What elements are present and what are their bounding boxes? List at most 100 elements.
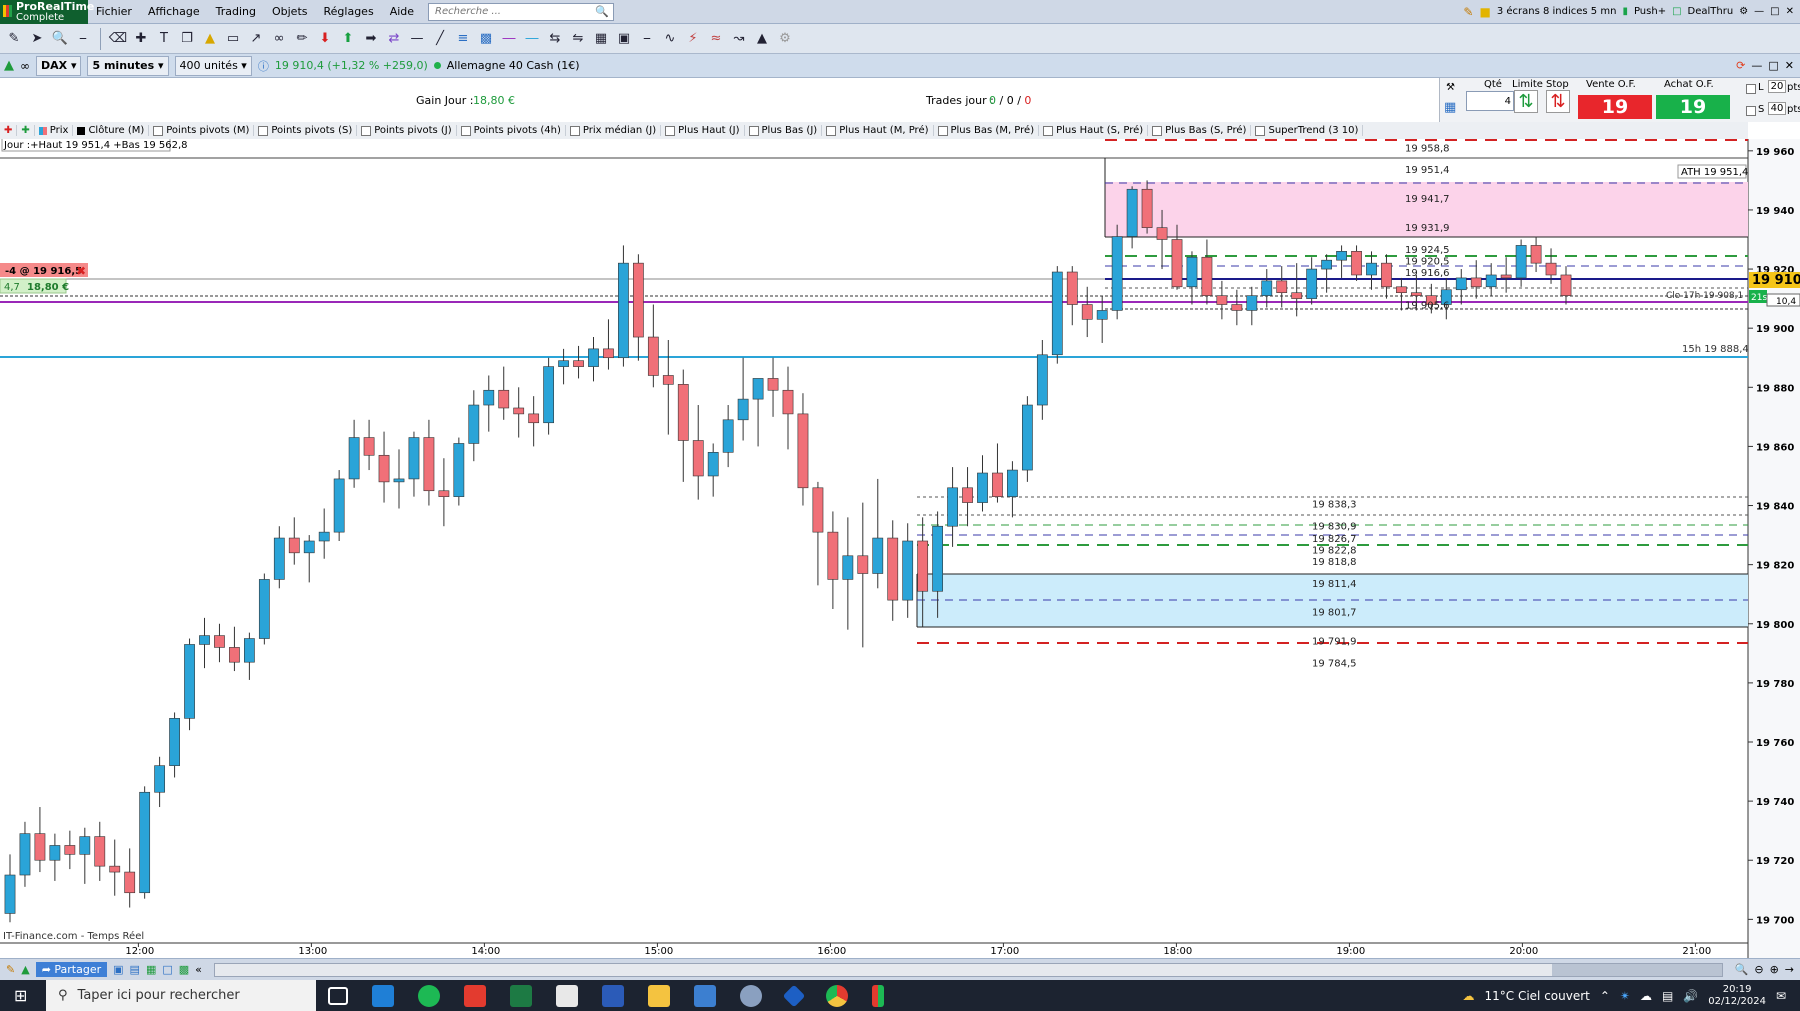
ig-app-icon[interactable] [464,984,486,1007]
long-checkbox[interactable] [1746,84,1756,94]
menu-reglages[interactable]: Réglages [316,5,382,18]
export-icon[interactable]: □ [162,963,172,976]
indicator-plus-haut-j[interactable]: Plus Haut (J) [661,125,745,136]
chart-close-icon[interactable]: ✕ [1785,59,1794,72]
right-arrow-icon[interactable]: ➡ [361,29,381,49]
taskbar-search[interactable]: ⚲ Taper ici pour rechercher [46,980,316,1011]
alert-icon[interactable]: ▲ [200,29,220,49]
long-points[interactable]: 20 [1768,80,1786,93]
blue-line-icon[interactable]: ― [522,29,542,49]
stop-order-button[interactable]: ⇅ [1546,90,1570,113]
fibonacci-icon[interactable]: ≡ [453,29,473,49]
close-icon[interactable]: ✕ [1786,6,1794,17]
zoom-in-icon[interactable]: ⊕ [1770,963,1779,976]
price-axis[interactable] [1748,139,1800,958]
brush-icon[interactable]: ✏ [292,29,312,49]
trendline-icon[interactable]: ╱ [430,29,450,49]
push-label[interactable]: Push+ [1634,6,1666,17]
indicator-pivots-j[interactable]: Points pivots (J) [357,125,457,136]
bluetooth-icon[interactable]: ✴ [1620,989,1630,1003]
indicator-checkbox[interactable] [826,125,837,136]
cursor-icon[interactable]: ➤ [27,29,47,49]
indicator-checkbox[interactable] [1043,125,1054,136]
link-chain-icon[interactable]: ∞ [20,59,30,73]
task-view-icon[interactable] [328,986,348,1005]
text-icon[interactable]: T [154,29,174,49]
short-points[interactable]: 40 [1768,102,1786,115]
indicator-checkbox[interactable] [1255,125,1266,136]
refresh-icon[interactable]: ⟳ [1736,59,1745,72]
indicator-plus-haut-s[interactable]: Plus Haut (S, Pré) [1039,125,1149,136]
indicator-checkbox[interactable] [361,125,372,136]
files-icon[interactable] [556,984,578,1007]
prorealtime-app-icon[interactable] [872,984,884,1007]
dealthru-label[interactable]: DealThru [1688,6,1734,17]
search-box[interactable]: 🔍 [428,2,615,21]
print-icon[interactable]: ▤ [130,963,140,976]
zoom-icon[interactable]: 🔍 [50,29,70,49]
chart-type-icon[interactable]: ▲ [4,58,14,73]
text-box-icon[interactable]: ▣ [614,29,634,49]
down-arrow-icon[interactable]: ⬇ [315,29,335,49]
table-icon[interactable]: ▦ [146,963,156,976]
purple-line-icon[interactable]: ― [499,29,519,49]
indicator-prix[interactable]: Prix [35,125,74,136]
range-icon[interactable]: ⇆ [545,29,565,49]
settings-wheel-icon[interactable]: ⚙ [775,29,795,49]
menu-trading[interactable]: Trading [208,5,264,18]
limit-order-button[interactable]: ⇅ [1514,90,1538,113]
ruler-icon[interactable]: ⎯ [73,29,93,49]
explorer-icon[interactable] [648,984,670,1007]
settings-icon[interactable]: ⚙ [1739,6,1748,17]
menu-fichier[interactable]: Fichier [88,5,140,18]
zoom-out-icon[interactable]: ⊖ [1754,963,1763,976]
folder-icon[interactable]: ■ [1479,5,1490,19]
chart-maximize-icon[interactable]: □ [1768,59,1778,72]
wave-icon[interactable]: ≈ [706,29,726,49]
indicator-checkbox[interactable] [665,125,676,136]
indicator-plus-bas-j[interactable]: Plus Bas (J) [745,125,823,136]
measure-icon[interactable]: ⎯ [637,29,657,49]
indicator-plus-haut-m[interactable]: Plus Haut (M, Pré) [822,125,934,136]
crosshair-icon[interactable]: ✚ [131,29,151,49]
indicator-checkbox[interactable] [153,125,164,136]
link-icon[interactable]: ∞ [269,29,289,49]
volume-icon[interactable]: 🔊 [1683,989,1698,1003]
weather-text[interactable]: 11°C Ciel couvert [1485,989,1590,1003]
pattern-icon[interactable]: ∿ [660,29,680,49]
layout-label[interactable]: 3 écrans 8 indices 5 mn [1497,6,1617,17]
menu-aide[interactable]: Aide [382,5,422,18]
store-app-icon[interactable] [372,984,394,1007]
indicator-pivots-s[interactable]: Points pivots (S) [254,125,358,136]
indicator-plus-bas-s[interactable]: Plus Bas (S, Pré) [1148,125,1252,136]
horizontal-line-icon[interactable]: — [407,29,427,49]
buy-button[interactable]: 19 911,8 [1656,95,1730,142]
up-arrow-icon[interactable]: ⬆ [338,29,358,49]
indicator-pivots-m[interactable]: Points pivots (M) [149,125,255,136]
order-book-icon[interactable]: ▦ [1444,100,1456,115]
spotify-icon[interactable] [418,984,440,1007]
notifications-icon[interactable]: ✉ [1776,989,1786,1003]
indicator-prix-median[interactable]: Prix médian (J) [566,125,662,136]
chart-style-icon[interactable]: ▲ [21,963,29,976]
order-settings-icon[interactable]: ⚒ [1446,82,1455,93]
indicator-checkbox[interactable] [569,125,580,136]
pencil-icon[interactable]: ✎ [4,29,24,49]
indicator-checkbox[interactable] [258,125,269,136]
maximize-icon[interactable]: □ [1770,6,1779,17]
chart-minimize-icon[interactable]: — [1751,59,1762,72]
info-icon[interactable]: ⓘ [258,58,269,74]
layout-icon[interactable]: ✎ [1463,5,1473,19]
indicator-supertrend[interactable]: SuperTrend (3 10) [1251,125,1364,136]
sell-button[interactable]: 19 909,0 [1578,95,1652,142]
collapse-icon[interactable]: « [195,963,202,976]
onedrive-icon[interactable]: ☁ [1640,989,1652,1003]
trash-icon[interactable]: ▭ [223,29,243,49]
arrow-icon[interactable]: ↗ [246,29,266,49]
scrollbar-thumb[interactable] [1551,963,1722,976]
network-icon[interactable]: ▤ [1662,989,1673,1003]
tray-expand-icon[interactable]: ⌃ [1600,989,1610,1003]
chrome-icon[interactable] [826,984,848,1007]
menu-objets[interactable]: Objets [264,5,316,18]
copy-icon[interactable]: ❐ [177,29,197,49]
